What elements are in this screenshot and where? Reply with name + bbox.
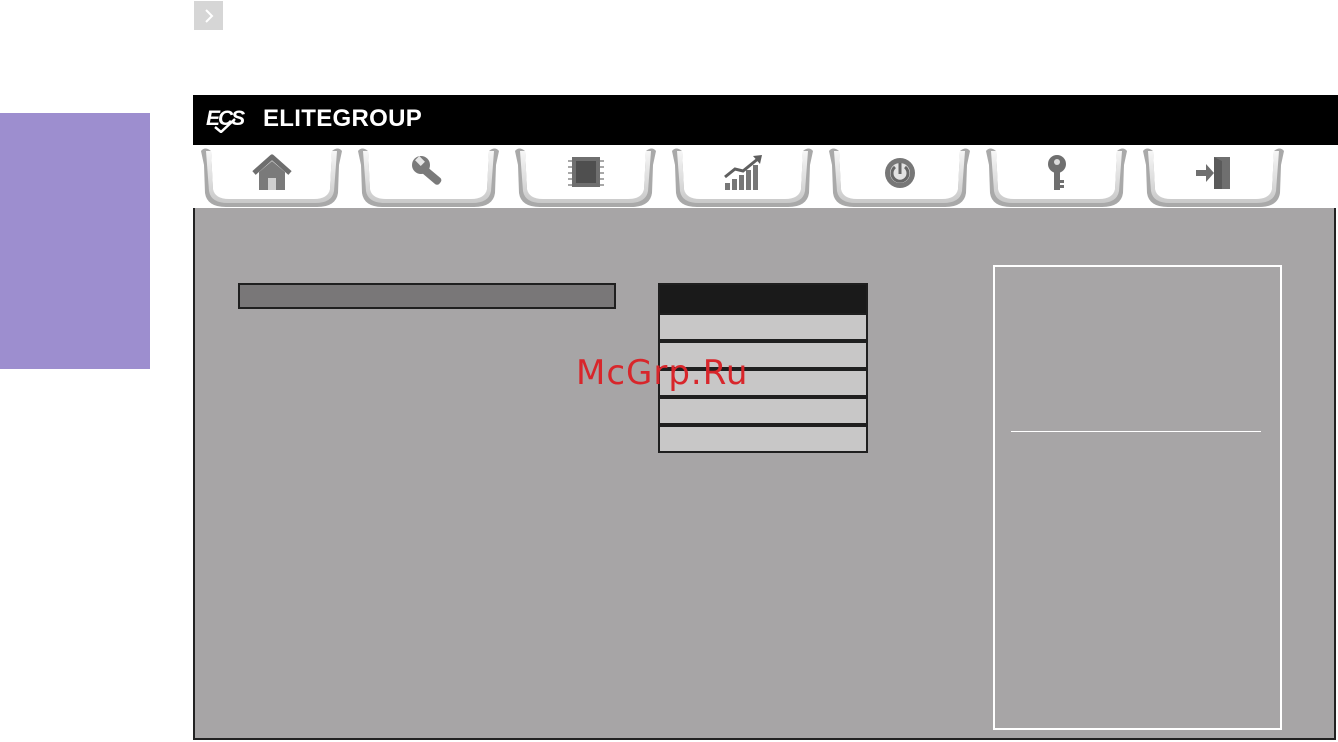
brand-logo: ECS ELITEGROUP — [205, 103, 422, 135]
header-bar: ECS ELITEGROUP — [193, 95, 1338, 145]
brand-name: ELITEGROUP — [263, 105, 423, 132]
chip-icon — [567, 157, 604, 187]
main-content-area — [193, 208, 1336, 740]
tab-mi[interactable] — [670, 145, 815, 208]
tab-advanced[interactable] — [356, 145, 501, 208]
selected-setting-bar[interactable] — [238, 283, 616, 309]
ecs-logo-icon: ECS — [206, 107, 247, 133]
tab-exit[interactable] — [1141, 145, 1286, 208]
option-item[interactable] — [660, 315, 866, 343]
wrench-icon — [411, 156, 441, 185]
tab-main[interactable] — [199, 145, 344, 208]
side-tab — [0, 113, 150, 369]
tab-chipset[interactable] — [513, 145, 658, 208]
power-icon — [884, 158, 915, 188]
key-icon — [1047, 155, 1066, 190]
help-panel — [993, 265, 1282, 730]
chevron-right-icon — [204, 8, 213, 23]
option-item[interactable] — [660, 399, 866, 427]
home-icon — [251, 154, 292, 190]
bios-setup-page: ECS ELITEGROUP McGrp.Ru — [0, 0, 1338, 742]
chart-up-icon — [723, 155, 762, 190]
expand-button[interactable] — [194, 1, 223, 30]
tab-boot[interactable] — [827, 145, 972, 208]
option-list-header — [660, 285, 866, 315]
help-divider — [1011, 431, 1261, 432]
tab-security[interactable] — [984, 145, 1129, 208]
option-item[interactable] — [660, 427, 866, 453]
nav-tab-strip — [193, 145, 1338, 208]
exit-door-icon — [1195, 157, 1230, 189]
watermark-text: McGrp.Ru — [576, 353, 749, 393]
